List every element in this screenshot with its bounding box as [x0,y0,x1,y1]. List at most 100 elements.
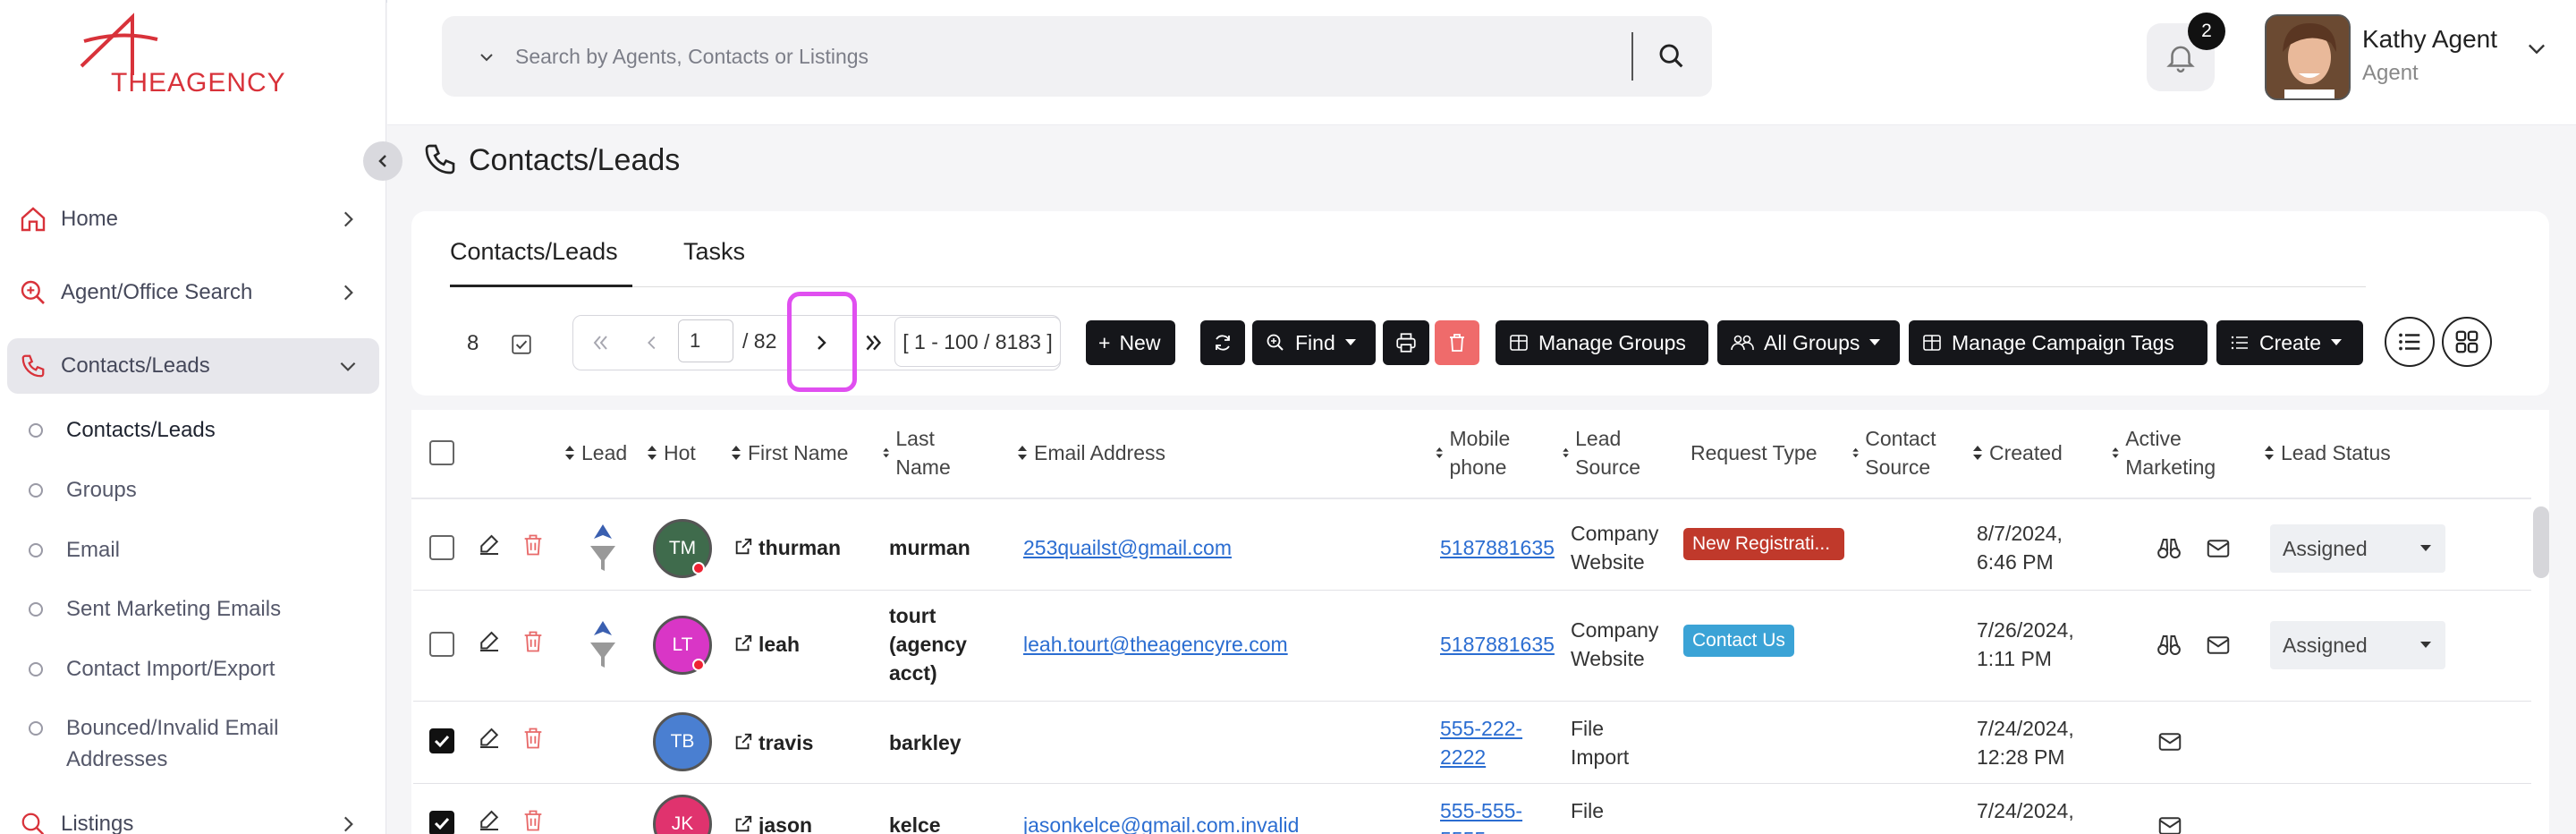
binoculars-icon[interactable] [2156,535,2182,562]
binoculars-icon[interactable] [2156,632,2182,659]
new-contact-button[interactable]: + New [1086,320,1175,365]
external-link-icon[interactable] [733,814,753,834]
trash-icon [1450,334,1464,352]
select-all-checkbox[interactable] [429,440,454,465]
first-name[interactable]: travis [758,728,813,757]
mobile-link[interactable]: 5187881635 [1440,630,1555,659]
user-name[interactable]: Kathy Agent [2362,25,2497,54]
print-button[interactable] [1383,320,1429,365]
mobile-link[interactable]: 5187881635 [1440,533,1555,562]
first-page-button[interactable] [581,322,619,363]
phone-icon [18,351,48,381]
check-icon [434,735,450,748]
chevron-down-icon[interactable] [478,48,496,66]
sidebar-item-contacts-leads[interactable]: Contacts/Leads [7,338,379,394]
zoom-search-icon [1267,334,1284,351]
agent-search-icon [18,277,48,308]
mail-icon[interactable] [2156,728,2184,755]
search-input[interactable] [515,39,1499,73]
first-name[interactable]: leah [758,630,800,659]
first-name[interactable]: thurman [758,533,841,562]
row-checkbox[interactable] [429,811,454,834]
trash-icon[interactable] [521,807,546,834]
sidebar-subitem-contact-import-export[interactable]: Contact Import/Export [29,653,360,685]
email-link[interactable]: leah.tourt@theagencyre.com [1023,630,1288,659]
create-dropdown[interactable]: Create [2216,320,2363,365]
page-number-input[interactable] [678,319,733,362]
email-link[interactable]: jasonkelce@gmail.com.invalid [1023,811,1299,834]
manage-groups-button[interactable]: Manage Groups [1496,320,1708,365]
tab-tasks[interactable]: Tasks [683,238,745,266]
agency-logo[interactable]: THEAGENCY [72,13,285,102]
created-date: 7/26/2024, 1:11 PM [1977,618,2074,670]
edit-icon[interactable] [476,532,503,558]
sidebar-subitem-sent-marketing-emails[interactable]: Sent Marketing Emails [29,593,360,625]
edit-icon[interactable] [476,725,503,752]
mail-icon[interactable] [2204,535,2233,562]
sidebar-subitem-groups[interactable]: Groups [29,474,360,506]
row-checkbox[interactable] [429,728,454,753]
chevron-left-icon [378,155,386,167]
mail-icon[interactable] [2156,813,2184,834]
edit-icon[interactable] [476,628,503,655]
sidebar-subitem-contacts-leads[interactable]: Contacts/Leads [29,414,360,446]
mobile-link[interactable]: 555-555-5555 [1440,796,1538,834]
edit-icon[interactable] [476,807,503,834]
col-hot[interactable]: Hot [646,438,696,467]
delete-button[interactable] [1435,320,1479,365]
home-icon [18,204,48,234]
col-mobile[interactable]: Mobile phone [1435,424,1542,481]
grid-view-button[interactable] [2442,317,2492,367]
mobile-link[interactable]: 555-222-2222 [1440,714,1538,771]
external-link-icon[interactable] [733,634,753,653]
external-link-icon[interactable] [733,537,753,557]
next-page-highlight [787,292,857,392]
trash-icon[interactable] [521,725,546,752]
lead-status-select[interactable]: Assigned [2270,621,2445,669]
sidebar-item-listings[interactable]: Listings [7,796,379,834]
logo-text: THEAGENCY [111,68,286,98]
external-link-icon[interactable] [733,732,753,752]
col-last-name[interactable]: Last Name [882,424,962,481]
manage-campaign-tags-button[interactable]: Manage Campaign Tags [1909,320,2207,365]
sidebar-item-home[interactable]: Home [7,191,379,247]
caret-down-icon [2331,339,2343,345]
user-avatar[interactable] [2265,14,2351,100]
collapse-sidebar-button[interactable] [363,141,402,181]
sidebar-subitem-email[interactable]: Email [29,534,360,566]
check-icon [434,817,450,830]
refresh-button[interactable] [1200,320,1245,365]
table-icon [1923,335,1941,351]
trash-icon[interactable] [521,532,546,558]
select-all-toggle[interactable] [508,331,535,358]
sidebar-subitem-bounced-invalid-emails[interactable]: Bounced/Invalid Email Addresses [29,712,360,775]
col-contact-source[interactable]: Contact Source [1852,424,1959,481]
col-lead[interactable]: Lead [564,438,627,467]
col-lead-source[interactable]: Lead Source [1562,424,1651,481]
trash-icon[interactable] [521,628,546,655]
last-name: murman [889,536,970,559]
row-checkbox[interactable] [429,535,454,560]
list-view-button[interactable] [2385,317,2435,367]
tab-contacts-leads[interactable]: Contacts/Leads [450,238,618,266]
mail-icon[interactable] [2204,632,2233,659]
last-page-button[interactable] [855,322,893,363]
find-button[interactable]: Find [1252,320,1376,365]
chevron-right-icon [343,285,353,301]
all-groups-dropdown[interactable]: All Groups [1717,320,1900,365]
sidebar-item-agent-office-search[interactable]: Agent/Office Search [7,265,379,320]
col-active-marketing[interactable]: Active Marketing [2111,424,2236,481]
lead-status-select[interactable]: Assigned [2270,524,2445,573]
col-lead-status[interactable]: Lead Status [2263,438,2391,467]
row-checkbox[interactable] [429,632,454,657]
sidebar-subitem-label: Contact Import/Export [66,657,275,681]
first-name[interactable]: jason [758,811,812,834]
previous-page-button[interactable] [633,322,671,363]
email-link[interactable]: 253quailst@gmail.com [1023,533,1232,562]
col-first-name[interactable]: First Name [730,438,848,467]
col-created[interactable]: Created [1971,438,2063,467]
chevron-down-icon[interactable] [2524,36,2549,61]
col-email[interactable]: Email Address [1016,438,1165,467]
table-scrollbar[interactable] [2533,506,2549,578]
search-icon[interactable] [1657,41,1687,72]
